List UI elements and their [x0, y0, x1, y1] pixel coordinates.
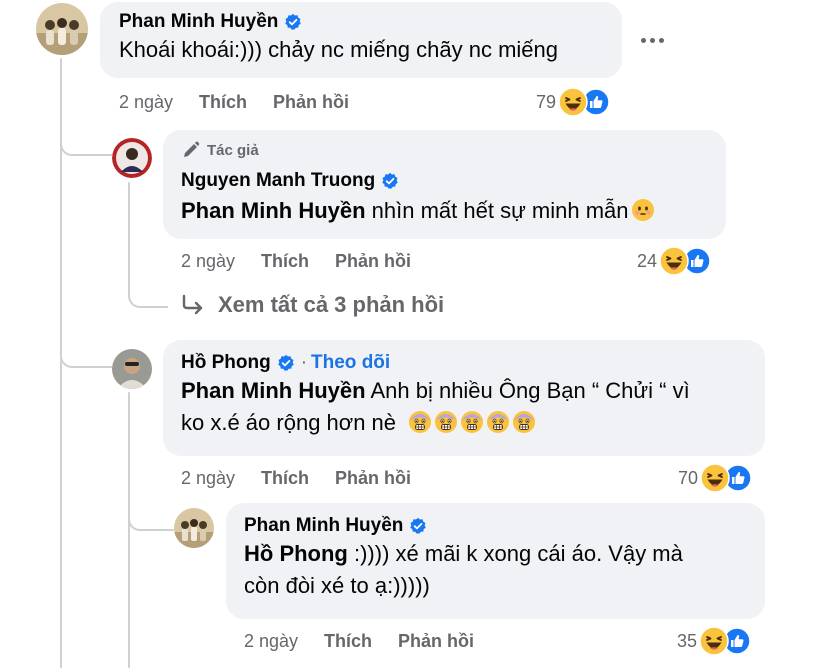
reply-button[interactable]: Phản hồi [273, 92, 349, 113]
follow-button[interactable]: Theo dõi [311, 352, 390, 374]
timestamp[interactable]: 2 ngày [119, 92, 173, 113]
laugh-emoji-icon [558, 87, 588, 117]
mention-link[interactable]: Phan Minh Huyền [181, 378, 366, 403]
verified-badge-icon [284, 13, 302, 31]
reaction-count: 24 [637, 250, 658, 271]
fearful-emoji-icon [486, 410, 510, 434]
see-all-replies-link[interactable]: Xem tất cả 3 phản hồi [180, 292, 444, 318]
thread-curve-see-all [128, 276, 168, 308]
comment-author[interactable]: Hồ Phong · Theo dõi [181, 352, 765, 374]
comment-actions: 2 ngày Thích Phản hồi [181, 251, 411, 272]
comment-actions: 2 ngày Thích Phản hồi [119, 92, 349, 113]
comment-text: Phan Minh Huyền Anh bị nhiều Ông Bạn “ C… [181, 375, 765, 439]
timestamp[interactable]: 2 ngày [244, 631, 298, 652]
see-all-replies-label[interactable]: Xem tất cả 3 phản hồi [218, 292, 444, 318]
comment-text: Hồ Phong :)))) xé mãi k xong cái áo. Vậy… [244, 538, 765, 602]
author-name[interactable]: Phan Minh Huyền [119, 11, 278, 33]
comment-bubble: Hồ Phong · Theo dõi Phan Minh Huyền Anh … [163, 340, 765, 456]
laugh-emoji-icon [700, 463, 730, 493]
verified-badge-icon [409, 517, 427, 535]
author-name[interactable]: Nguyen Manh Truong [181, 170, 375, 192]
comment-bubble: Phan Minh Huyền Hồ Phong :)))) xé mãi k … [226, 503, 765, 619]
reply-arrow-icon [182, 294, 203, 315]
pencil-icon [184, 141, 200, 157]
reply-button[interactable]: Phản hồi [335, 468, 411, 489]
reaction-count: 70 [678, 467, 699, 488]
thread-line-reply-2 [128, 392, 130, 668]
avatar-photo-group-icon [36, 3, 88, 55]
comment-text: Phan Minh Huyền nhìn mất hết sự minh mẫn [181, 195, 726, 227]
comment-body-line2: còn đòi xé to ạ:))))) [244, 573, 430, 598]
comment-actions: 2 ngày Thích Phản hồi [181, 468, 411, 489]
reaction-count: 35 [677, 630, 698, 651]
avatar[interactable] [174, 508, 214, 548]
timestamp[interactable]: 2 ngày [181, 468, 235, 489]
reply-button[interactable]: Phản hồi [335, 251, 411, 272]
avatar[interactable] [112, 138, 152, 178]
laugh-emoji-icon [659, 246, 689, 276]
comment-bubble: Phan Minh Huyền Khoái khoái:))) chảy nc … [100, 2, 622, 78]
fearful-emoji-icon [460, 410, 484, 434]
avatar-photo-man-icon [112, 138, 152, 178]
author-badge: Tác giả [181, 140, 726, 160]
reaction-summary[interactable]: 24 [637, 246, 711, 276]
comment-text: Khoái khoái:))) chảy nc miếng chãy nc mi… [119, 37, 558, 62]
thread-curve-reply-2 [60, 330, 112, 368]
like-button[interactable]: Thích [261, 468, 309, 489]
mention-link[interactable]: Hồ Phong [244, 541, 348, 566]
thread-line-reply-1 [128, 182, 130, 288]
verified-badge-icon [381, 172, 399, 190]
timestamp[interactable]: 2 ngày [181, 251, 235, 272]
more-options-icon[interactable] [641, 38, 664, 43]
separator: · [300, 352, 308, 373]
like-button[interactable]: Thích [261, 251, 309, 272]
comment-body-line1: :)))) xé mãi k xong cái áo. Vậy mà [347, 541, 683, 566]
author-name[interactable]: Hồ Phong [181, 352, 271, 374]
reply-button[interactable]: Phản hồi [398, 631, 474, 652]
like-button[interactable]: Thích [199, 92, 247, 113]
reaction-summary[interactable]: 79 [536, 87, 610, 117]
thread-curve-reply-1 [60, 120, 112, 156]
author-badge-label: Tác giả [207, 141, 259, 159]
avatar-photo-man-icon [112, 349, 152, 389]
like-button[interactable]: Thích [324, 631, 372, 652]
verified-badge-icon [277, 354, 295, 372]
mention-link[interactable]: Phan Minh Huyền [181, 198, 366, 223]
thread-curve-reply-3 [128, 495, 174, 531]
avatar[interactable] [36, 3, 88, 55]
author-name[interactable]: Phan Minh Huyền [244, 515, 403, 537]
avatar-photo-group-icon [174, 508, 214, 548]
comment-author[interactable]: Phan Minh Huyền [244, 515, 765, 537]
fearful-emoji-icon [434, 410, 458, 434]
comment-author[interactable]: Phan Minh Huyền [119, 11, 622, 33]
blush-emoji-icon [631, 198, 655, 222]
reaction-summary[interactable]: 35 [677, 626, 751, 656]
comment-author[interactable]: Nguyen Manh Truong [181, 170, 726, 192]
fearful-emoji-icon [408, 410, 432, 434]
avatar[interactable] [112, 349, 152, 389]
comment-body-line2: ko x.é áo rộng hơn nè [181, 410, 397, 435]
comment-bubble: Tác giả Nguyen Manh Truong Phan Minh Huy… [163, 130, 726, 239]
comment-body-line1: Anh bị nhiều Ông Bạn “ Chửi “ vì [365, 378, 690, 403]
laugh-emoji-icon [699, 626, 729, 656]
reaction-summary[interactable]: 70 [678, 463, 752, 493]
comment-body: nhìn mất hết sự minh mẫn [365, 198, 629, 223]
reaction-count: 79 [536, 91, 557, 112]
fearful-emoji-icon [512, 410, 536, 434]
comment-actions: 2 ngày Thích Phản hồi [244, 631, 474, 652]
